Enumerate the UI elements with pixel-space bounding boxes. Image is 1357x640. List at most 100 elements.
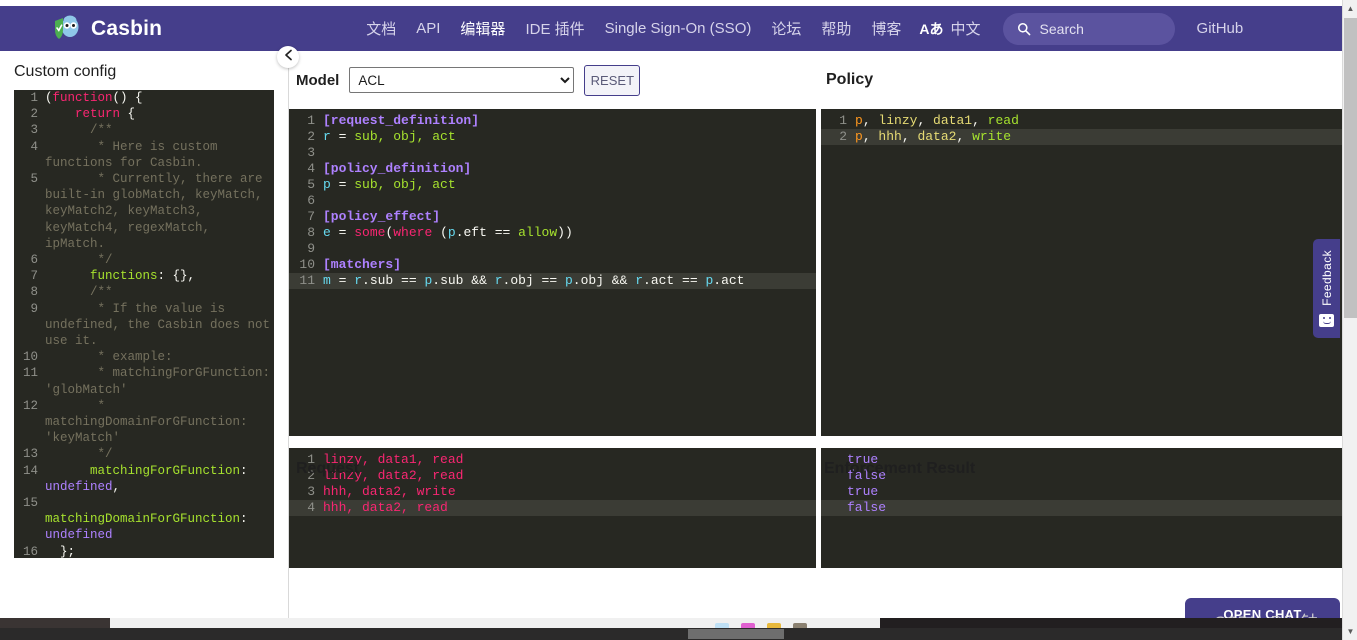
search-placeholder: Search <box>1040 21 1084 37</box>
reset-button[interactable]: RESET <box>584 65 640 96</box>
code-text: [matchers] <box>315 257 401 273</box>
code-line: 1linzy, data1, read <box>289 452 816 468</box>
code-text: * matchingForGFunction: 'globMatch' <box>38 365 274 397</box>
code-text: /** <box>38 284 274 300</box>
line-number: 3 <box>16 122 38 138</box>
vertical-scrollbar[interactable]: ▲ ▼ <box>1342 0 1357 640</box>
code-line: 11 * matchingForGFunction: 'globMatch' <box>14 365 274 397</box>
line-number: 14 <box>16 463 38 479</box>
nav-link-docs[interactable]: 文档 <box>356 12 406 45</box>
feedback-tab[interactable]: Feedback <box>1313 239 1340 338</box>
model-label: Model <box>296 72 339 89</box>
brand-logo-link[interactable]: Casbin <box>52 14 162 44</box>
nav-link-ide-plugin[interactable]: IDE 插件 <box>515 12 594 45</box>
nav-link-forum[interactable]: 论坛 <box>761 12 811 45</box>
chevron-left-icon <box>284 48 293 66</box>
code-text: */ <box>38 252 274 268</box>
code-line: 13 */ <box>14 446 274 462</box>
code-text: }; <box>38 544 274 558</box>
language-switcher[interactable]: Aあ 中文 <box>911 12 988 45</box>
result-title: Enforcement Result <box>824 460 975 477</box>
language-label: 中文 <box>951 18 981 39</box>
code-line: 5p = sub, obj, act <box>289 177 816 193</box>
result-header: Enforcement Result <box>824 460 975 478</box>
code-line: 16 }; <box>14 544 274 558</box>
code-line: 2linzy, data2, read <box>289 468 816 484</box>
search-icon <box>1017 22 1031 36</box>
code-text: * example: <box>38 349 274 365</box>
code-text: false <box>821 500 886 516</box>
policy-header: Policy <box>824 51 1342 109</box>
line-number: 9 <box>289 241 315 257</box>
nav-link-github[interactable]: GitHub <box>1197 20 1244 37</box>
feedback-label: Feedback <box>1320 250 1334 306</box>
line-number: 8 <box>289 225 315 241</box>
code-text: return { <box>38 106 274 122</box>
line-number: 7 <box>16 268 38 284</box>
browser-viewport: Casbin 文档 API 编辑器 IDE 插件 Single Sign-On … <box>0 0 1357 640</box>
code-line: 6 <box>289 193 816 209</box>
line-number: 1 <box>289 113 315 129</box>
code-line: 10 * example: <box>14 349 274 365</box>
code-text: p = sub, obj, act <box>315 177 456 193</box>
code-text: * matchingDomainForGFunction: 'keyMatch' <box>38 398 274 447</box>
code-text: hhh, data2, write <box>315 484 456 500</box>
code-line: 10[matchers] <box>289 257 816 273</box>
nav-link-editor[interactable]: 编辑器 <box>450 12 515 45</box>
code-text: matchingDomainForGFunction: undefined <box>38 495 274 544</box>
nav-link-sso[interactable]: Single Sign-On (SSO) <box>595 14 762 43</box>
scroll-down-arrow-icon[interactable]: ▼ <box>1343 623 1357 640</box>
code-line: 2p, hhh, data2, write <box>821 129 1342 145</box>
line-number: 4 <box>289 500 315 516</box>
nav-link-api[interactable]: API <box>406 14 450 43</box>
code-text: matchingForGFunction: undefined, <box>38 463 274 495</box>
policy-code-editor[interactable]: 1p, linzy, data1, read2p, hhh, data2, wr… <box>821 109 1342 436</box>
line-number: 2 <box>821 129 847 145</box>
code-line: 3 <box>289 145 816 161</box>
code-line: 7[policy_effect] <box>289 209 816 225</box>
code-line: 6 */ <box>14 252 274 268</box>
code-text: e = some(where (p.eft == allow)) <box>315 225 573 241</box>
line-number: 9 <box>16 301 38 317</box>
code-line: 9 <box>289 241 816 257</box>
code-text: p, hhh, data2, write <box>847 129 1011 145</box>
code-line: 4 * Here is custom functions for Casbin. <box>14 139 274 171</box>
line-number: 15 <box>16 495 38 511</box>
code-text: * If the value is undefined, the Casbin … <box>38 301 274 350</box>
line-number: 16 <box>16 544 38 558</box>
sidebar-collapse-button[interactable] <box>277 46 299 68</box>
code-text: [policy_effect] <box>315 209 440 225</box>
line-number: 10 <box>16 349 38 365</box>
line-number: 13 <box>16 446 38 462</box>
custom-config-code-editor[interactable]: 1(function() {2 return {3 /**4 * Here is… <box>14 90 274 558</box>
code-text: r = sub, obj, act <box>315 129 456 145</box>
smiley-face-icon <box>1319 314 1334 327</box>
search-input[interactable]: Search <box>1003 13 1175 45</box>
horizontal-scrollbar[interactable] <box>0 628 1342 640</box>
code-line: true <box>821 484 1342 500</box>
code-text: * Here is custom functions for Casbin. <box>38 139 274 171</box>
code-text: [policy_definition] <box>315 161 471 177</box>
scroll-up-arrow-icon[interactable]: ▲ <box>1343 0 1357 17</box>
editor-main-area: Model ACL RESET Policy 1[request_definit… <box>289 51 1342 619</box>
model-code-editor[interactable]: 1[request_definition]2r = sub, obj, act3… <box>289 109 816 436</box>
nav-link-blog[interactable]: 博客 <box>861 12 911 45</box>
line-number: 4 <box>289 161 315 177</box>
code-line: 2 return { <box>14 106 274 122</box>
line-number: 10 <box>289 257 315 273</box>
code-text: p, linzy, data1, read <box>847 113 1019 129</box>
brand-title: Casbin <box>91 17 162 41</box>
casbin-logo-icon <box>52 14 82 44</box>
vertical-scrollbar-thumb[interactable] <box>1344 18 1357 318</box>
code-line: 12 * matchingDomainForGFunction: 'keyMat… <box>14 398 274 447</box>
code-line: 7 functions: {}, <box>14 268 274 284</box>
top-navbar: Casbin 文档 API 编辑器 IDE 插件 Single Sign-On … <box>0 6 1342 51</box>
code-text: functions: {}, <box>38 268 274 284</box>
model-select[interactable]: ACL <box>349 67 574 93</box>
nav-links: 文档 API 编辑器 IDE 插件 Single Sign-On (SSO) 论… <box>356 12 1243 45</box>
horizontal-scrollbar-thumb[interactable] <box>688 629 784 639</box>
nav-link-help[interactable]: 帮助 <box>811 12 861 45</box>
code-text: * Currently, there are built-in globMatc… <box>38 171 274 252</box>
line-number: 11 <box>16 365 38 381</box>
line-number: 1 <box>821 113 847 129</box>
